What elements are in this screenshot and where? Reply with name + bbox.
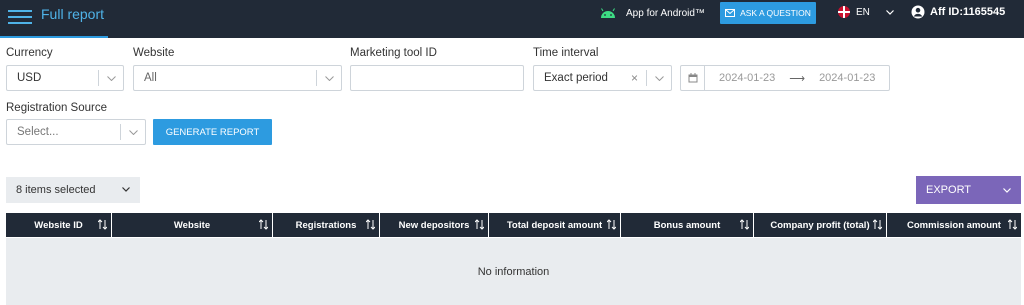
language-label: EN xyxy=(856,6,870,18)
currency-value: USD xyxy=(17,72,42,84)
android-label: App for Android™ xyxy=(626,7,705,19)
registration-source-select[interactable]: Select... xyxy=(6,119,146,145)
marketing-tool-input[interactable] xyxy=(350,65,524,91)
sort-icon xyxy=(366,219,375,230)
column-header[interactable]: Total deposit amount xyxy=(489,213,621,237)
export-label: EXPORT xyxy=(926,184,972,196)
user-account[interactable]: Aff ID:1165545 xyxy=(911,5,1005,19)
currency-label: Currency xyxy=(6,47,53,59)
ask-question-label: ASK A QUESTION xyxy=(740,8,811,18)
empty-state-text: No information xyxy=(477,265,550,278)
column-title: Website xyxy=(173,219,211,231)
sort-icon xyxy=(98,219,107,230)
column-title: Commission amount xyxy=(907,219,1001,231)
column-header[interactable]: Bonus amount xyxy=(621,213,754,237)
column-title: Bonus amount xyxy=(653,219,721,231)
android-app-link[interactable]: App for Android™ xyxy=(600,6,705,20)
column-title: Total deposit amount xyxy=(506,219,603,231)
items-selected-label: 8 items selected xyxy=(16,184,96,196)
column-title: New depositors xyxy=(398,219,470,231)
date-range-picker[interactable]: 2024-01-23 ⟶ 2024-01-23 xyxy=(680,65,890,91)
date-from[interactable]: 2024-01-23 xyxy=(719,72,775,84)
chevron-down-icon xyxy=(1003,187,1011,193)
sort-icon xyxy=(1008,219,1017,230)
time-interval-label: Time interval xyxy=(533,47,599,59)
chevron-down-icon xyxy=(647,75,671,81)
column-title: Website ID xyxy=(34,219,83,231)
currency-select[interactable]: USD xyxy=(6,65,124,91)
column-header[interactable]: Website xyxy=(112,213,273,237)
registration-source-placeholder: Select... xyxy=(17,126,59,138)
sort-icon xyxy=(475,219,484,230)
chevron-down-icon xyxy=(99,75,123,81)
sort-icon xyxy=(607,219,616,230)
top-bar: Full report App for Android™ ASK A QUEST… xyxy=(0,0,1024,38)
sort-icon xyxy=(873,219,882,230)
uk-flag-icon xyxy=(838,6,850,18)
calendar-icon xyxy=(681,66,705,90)
chevron-down-icon xyxy=(122,187,130,192)
table-body: No information xyxy=(6,238,1021,305)
sort-icon xyxy=(259,219,268,230)
arrow-right-icon: ⟶ xyxy=(789,72,806,85)
columns-selector[interactable]: 8 items selected xyxy=(6,177,140,203)
chevron-down-icon xyxy=(885,9,894,15)
column-header[interactable]: Website ID xyxy=(6,213,112,237)
chevron-down-icon xyxy=(121,129,145,135)
chevron-down-icon xyxy=(317,75,341,81)
registration-source-label: Registration Source xyxy=(6,102,107,114)
clear-icon[interactable]: × xyxy=(631,71,638,85)
website-select[interactable]: All xyxy=(133,65,342,91)
column-title: Company profit (total) xyxy=(770,219,870,231)
column-header[interactable]: New depositors xyxy=(380,213,489,237)
android-icon xyxy=(601,7,615,18)
sort-icon xyxy=(740,219,749,230)
aff-id: Aff ID:1165545 xyxy=(930,6,1006,18)
marketing-tool-label: Marketing tool ID xyxy=(350,47,437,59)
column-header[interactable]: Commission amount xyxy=(887,213,1021,237)
website-label: Website xyxy=(133,47,175,59)
language-selector[interactable]: EN xyxy=(838,6,894,18)
date-to[interactable]: 2024-01-23 xyxy=(819,72,875,84)
title-underline xyxy=(0,36,108,38)
column-header[interactable]: Company profit (total) xyxy=(754,213,887,237)
column-title: Registrations xyxy=(295,219,357,231)
table-header: Website ID Website Registrations New dep… xyxy=(6,213,1021,237)
generate-report-button[interactable]: GENERATE REPORT xyxy=(153,119,272,145)
menu-icon[interactable] xyxy=(8,6,32,28)
export-button[interactable]: EXPORT xyxy=(916,176,1021,204)
time-interval-select[interactable]: Exact period × xyxy=(533,65,672,91)
page-title: Full report xyxy=(41,6,105,22)
ask-question-button[interactable]: ASK A QUESTION xyxy=(720,2,816,24)
website-value: All xyxy=(144,72,157,84)
column-header[interactable]: Registrations xyxy=(273,213,380,237)
mail-icon xyxy=(725,9,736,17)
time-interval-value: Exact period xyxy=(544,72,608,84)
user-icon xyxy=(911,5,925,19)
